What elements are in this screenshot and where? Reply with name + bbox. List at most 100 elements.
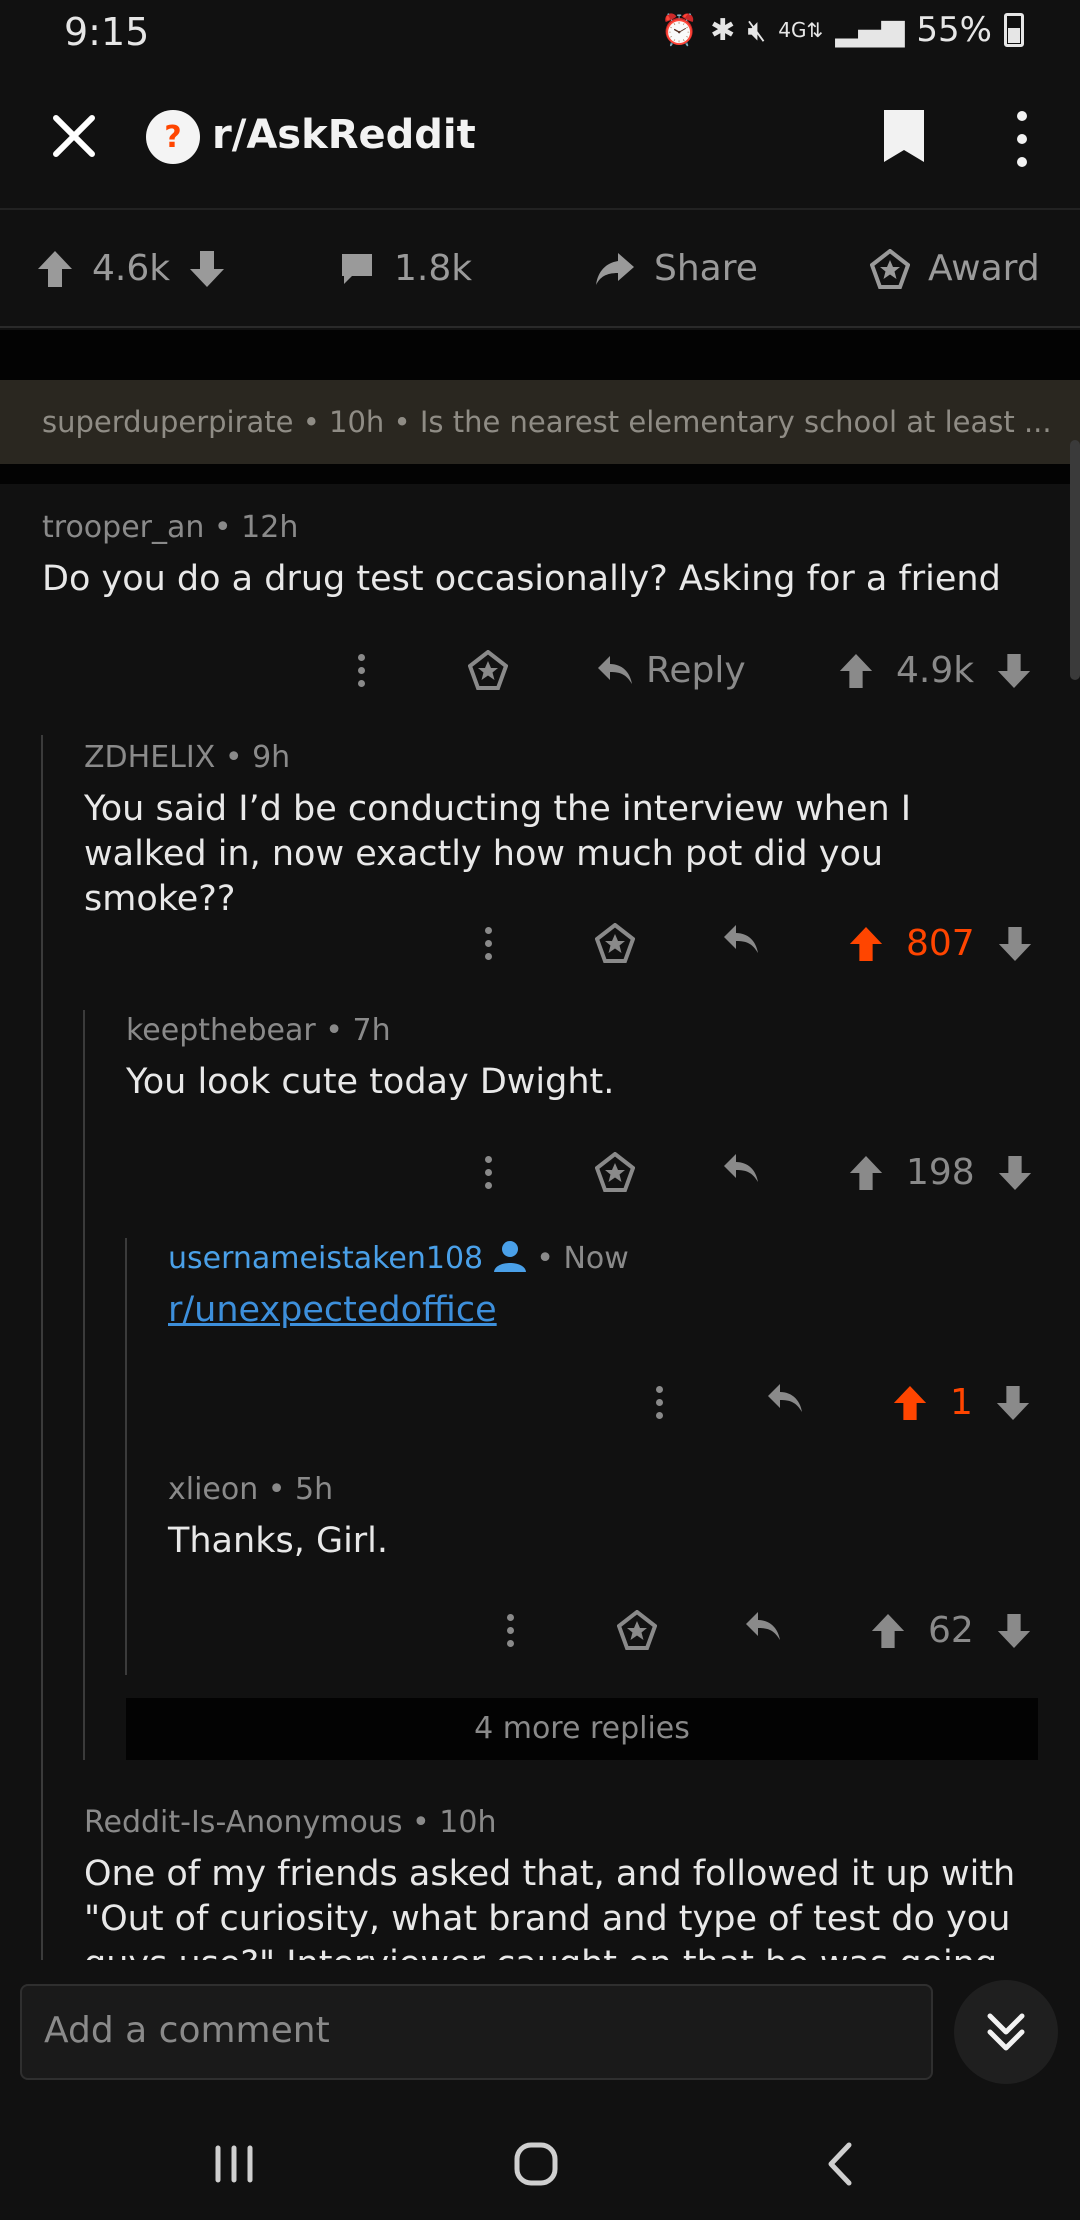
parent-comment-context[interactable]: superduperpirate • 10h • Is the nearest … [0,380,1080,464]
comment-score: 1 [950,1382,973,1423]
upvote-icon[interactable] [838,652,874,690]
award-button[interactable]: Award [870,248,1040,289]
comment-vote-group: 807 [848,923,1033,964]
data-4g-icon: 4G⇅ [778,18,824,42]
upvote-icon[interactable] [848,925,884,963]
comment-actions: 62 [0,1604,1080,1664]
subreddit-avatar[interactable]: ? [146,110,200,164]
subreddit-link[interactable]: r/unexpectedoffice [168,1290,497,1330]
post-vote-group: 4.6k [36,248,226,289]
downvote-icon[interactable] [188,249,226,289]
system-nav-bar [0,2100,1080,2220]
divider [0,330,1080,380]
app-bar: ? r/AskReddit [0,64,1080,210]
award-icon[interactable] [595,1152,635,1192]
reply-icon[interactable] [744,1610,782,1644]
comment-body: Do you do a drug test occasionally? Aski… [42,559,1001,599]
more-replies-button[interactable]: 4 more replies [126,1698,1038,1760]
comment: trooper_an • 12h Do you do a drug test o… [42,510,1042,602]
comment-time: Now [563,1241,629,1276]
comment-author[interactable]: xlieon [168,1472,258,1507]
comment-meta: ZDHELIX • 9h [84,740,291,775]
more-options-icon[interactable] [656,1386,663,1419]
comments-count-button[interactable]: 1.8k [338,248,472,289]
comment-body: You look cute today Dwight. [126,1062,615,1102]
comment-actions: 807 [0,917,1080,977]
comment-vote-group: 198 [848,1152,1033,1193]
share-button[interactable]: Share [594,248,758,289]
comment: keepthebear • 7h You look cute today Dwi… [126,1013,1036,1105]
share-label: Share [654,248,758,289]
comments-count: 1.8k [394,248,473,289]
comment-body: You said I’d be conducting the interview… [84,789,912,919]
comment-score: 62 [928,1610,974,1651]
comment: xlieon • 5h Thanks, Girl. [168,1472,1038,1564]
reply-icon[interactable] [766,1382,804,1416]
upvote-icon[interactable] [870,1612,906,1650]
comment: Reddit-Is-Anonymous • 10h One of my frie… [84,1805,1040,1960]
reply-icon[interactable] [722,1152,760,1186]
home-icon[interactable] [496,2134,576,2194]
reply-button[interactable]: Reply [596,650,746,691]
close-icon[interactable] [44,106,104,166]
upvote-icon[interactable] [892,1384,928,1422]
more-vertical-icon[interactable] [1000,104,1044,174]
comment-body: r/unexpectedoffice [168,1288,1038,1333]
award-icon[interactable] [468,650,508,690]
comment-author[interactable]: ZDHELIX [84,740,215,775]
comment-author[interactable]: keepthebear [126,1013,316,1048]
parent-author: superduperpirate [42,405,294,439]
comment-icon [342,253,372,284]
reply-icon[interactable] [722,923,760,957]
comment-time: 12h [241,510,299,545]
comment-author[interactable]: usernameistaken108 [168,1241,483,1276]
add-comment-input[interactable]: Add a comment [20,1984,933,2080]
reply-label: Reply [646,650,746,691]
award-icon[interactable] [595,923,635,963]
more-options-icon[interactable] [485,927,492,960]
status-bar: 9:15 ⏰ ✱ 🔇︎ 4G⇅ ▂▄▆ 55% [0,0,1080,64]
comment-meta: usernameistaken108 • Now [168,1241,629,1276]
bookmark-icon[interactable] [880,108,940,170]
comment-meta: Reddit-Is-Anonymous • 10h [84,1805,497,1840]
comment-time: 5h [295,1472,334,1507]
comment-author[interactable]: trooper_an [42,510,204,545]
more-options-icon[interactable] [485,1156,492,1189]
bluetooth-icon: ✱ [710,12,736,48]
comment-vote-group: 62 [870,1610,1032,1651]
award-icon [870,248,910,289]
more-options-icon[interactable] [358,654,365,687]
alarm-icon: ⏰ [660,12,699,48]
comment-composer-bar: Add a comment [0,1960,1080,2100]
recent-apps-icon[interactable] [194,2134,274,2194]
divider [0,464,1080,484]
downvote-icon[interactable] [996,652,1032,690]
upvote-icon[interactable] [36,249,74,289]
share-icon [596,252,634,285]
comment-actions: 1 [0,1376,1080,1436]
comment-time: 7h [352,1013,391,1048]
parent-time: 10h [329,405,385,439]
downvote-icon[interactable] [997,1154,1033,1192]
battery-percent: 55% [916,10,992,50]
signal-icon: ▂▄▆ [835,12,905,48]
subreddit-name[interactable]: r/AskReddit [212,112,476,158]
comment-vote-group: 4.9k [838,650,1032,691]
back-icon[interactable] [800,2134,880,2194]
comment-actions: 198 [0,1146,1080,1206]
downvote-icon[interactable] [997,925,1033,963]
jump-next-chevron-icon[interactable] [954,1980,1058,2084]
comment-score: 4.9k [896,650,975,691]
upvote-icon[interactable] [848,1154,884,1192]
parent-text: Is the nearest elementary school at leas… [419,405,1052,439]
comment-author[interactable]: Reddit-Is-Anonymous [84,1805,403,1840]
comment-body: One of my friends asked that, and follow… [84,1854,1016,1960]
downvote-icon[interactable] [996,1612,1032,1650]
comment: usernameistaken108 • Now r/unexpectedoff… [168,1240,1038,1333]
mute-icon: 🔇︎ [747,12,767,48]
downvote-icon[interactable] [995,1384,1031,1422]
post-action-bar: 4.6k 1.8k Share Award [0,212,1080,328]
comment-actions: Reply 4.9k [0,644,1080,704]
award-icon[interactable] [617,1610,657,1650]
more-options-icon[interactable] [507,1614,514,1647]
